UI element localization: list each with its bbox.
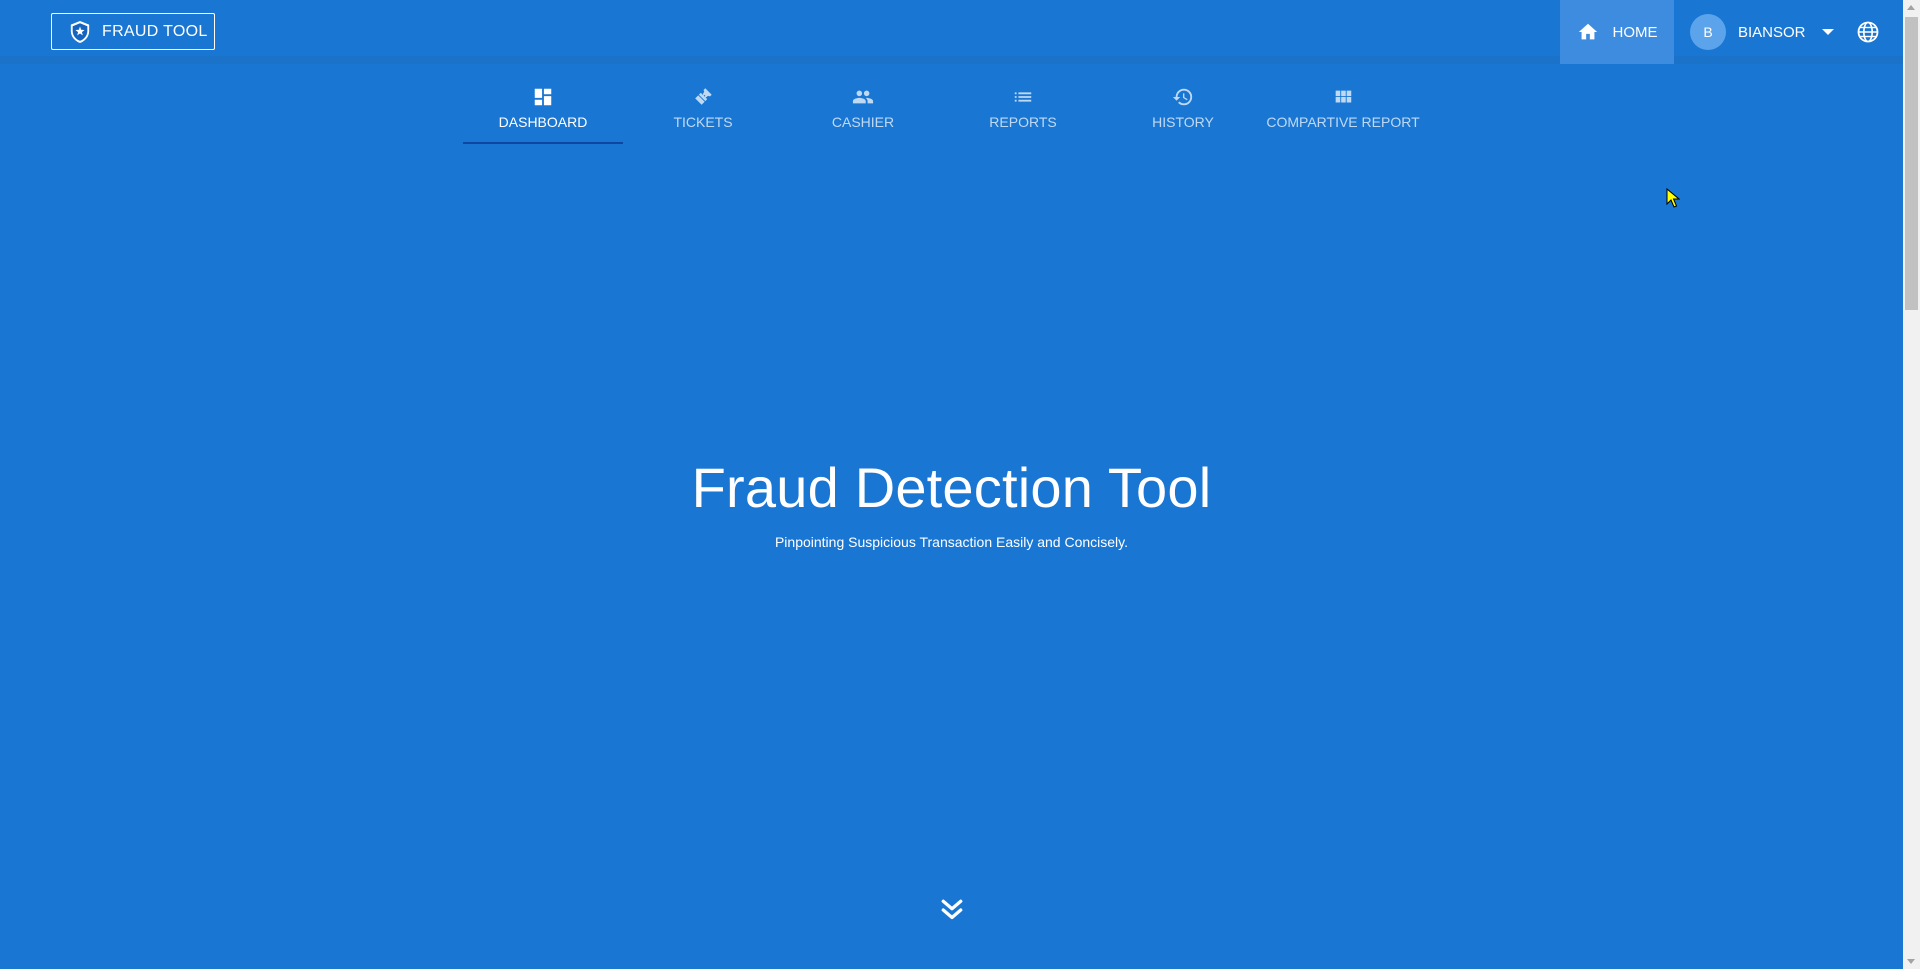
- home-label: HOME: [1612, 23, 1658, 41]
- hero: Fraud Detection Tool Pinpointing Suspici…: [0, 455, 1903, 550]
- tab-history[interactable]: HISTORY: [1103, 72, 1263, 144]
- top-app-bar: FRAUD TOOL HOME B BIANSOR: [0, 0, 1903, 64]
- tab-reports[interactable]: REPORTS: [943, 72, 1103, 144]
- people-icon: [852, 90, 874, 104]
- caret-down-icon: [1821, 29, 1834, 35]
- app-root: FRAUD TOOL HOME B BIANSOR DASHBOARD TICK…: [0, 0, 1920, 969]
- tab-tickets[interactable]: TICKETS: [623, 72, 783, 144]
- brand-label: FRAUD TOOL: [102, 22, 208, 40]
- grid-icon: [1335, 90, 1352, 103]
- history-icon: [1172, 88, 1193, 106]
- main-tabs: DASHBOARD TICKETS CASHIER REPORTS HISTOR…: [463, 72, 1423, 144]
- list-icon: [1014, 92, 1032, 102]
- scroll-down-arrow-icon[interactable]: [1907, 959, 1915, 964]
- tab-label: DASHBOARD: [498, 114, 588, 130]
- tab-label: HISTORY: [1152, 114, 1214, 130]
- user-menu[interactable]: B BIANSOR: [1690, 14, 1834, 50]
- tab-label: TICKETS: [673, 114, 733, 130]
- page-subtitle: Pinpointing Suspicious Transaction Easil…: [774, 534, 1129, 550]
- scrollbar-thumb[interactable]: [1905, 17, 1918, 310]
- home-icon: [1578, 23, 1597, 40]
- mouse-cursor-icon: [1666, 188, 1680, 208]
- scroll-up-arrow-icon[interactable]: [1907, 5, 1915, 10]
- shield-icon: [68, 19, 92, 45]
- tab-label: COMPARTIVE REPORT: [1266, 114, 1420, 130]
- double-chevron-down-icon[interactable]: [937, 895, 967, 925]
- globe-icon[interactable]: [1856, 20, 1880, 44]
- tab-cashier[interactable]: CASHIER: [783, 72, 943, 144]
- home-button[interactable]: HOME: [1560, 0, 1674, 64]
- vertical-scrollbar[interactable]: [1903, 0, 1920, 969]
- avatar: B: [1690, 14, 1726, 50]
- tab-dashboard[interactable]: DASHBOARD: [463, 72, 623, 144]
- dashboard-icon: [534, 88, 552, 106]
- tab-label: CASHIER: [831, 114, 895, 130]
- ticket-icon: [695, 88, 712, 105]
- brand-button[interactable]: FRAUD TOOL: [51, 13, 215, 50]
- user-name: BIANSOR: [1738, 23, 1806, 41]
- tab-comparative-report[interactable]: COMPARTIVE REPORT: [1263, 72, 1423, 144]
- page-title: Fraud Detection Tool: [691, 456, 1212, 519]
- tab-label: REPORTS: [989, 114, 1057, 130]
